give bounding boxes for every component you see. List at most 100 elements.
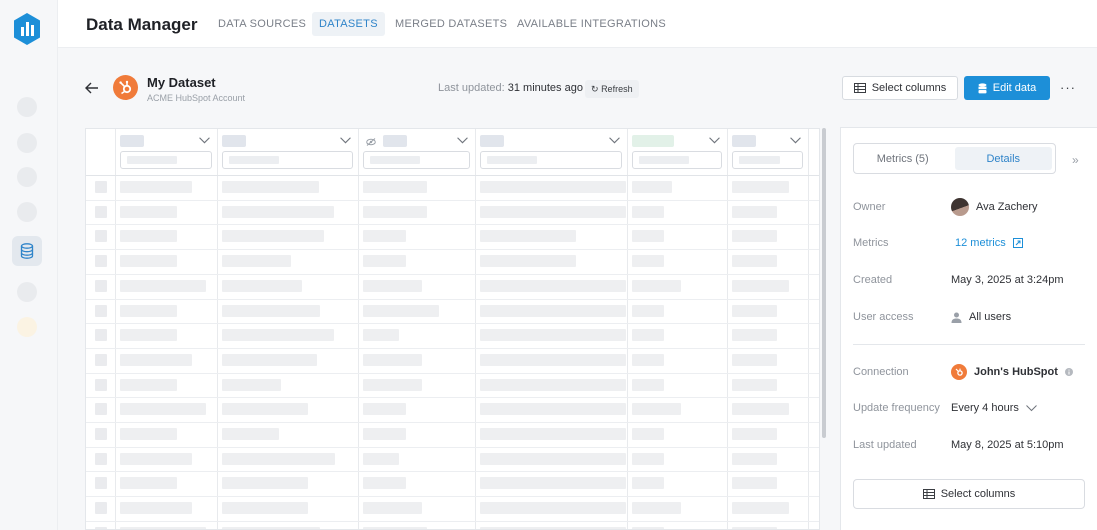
nav-item-placeholder[interactable]	[17, 317, 37, 337]
column-filter-input[interactable]	[222, 151, 353, 169]
chevron-down-icon[interactable]	[709, 137, 720, 144]
details-panel: Metrics (5) Details » Owner Ava Zachery …	[840, 127, 1097, 530]
created-label: Created	[853, 274, 893, 286]
table-cell	[120, 403, 206, 416]
column-header[interactable]	[383, 135, 407, 147]
table-cell	[480, 230, 576, 243]
table-cell	[120, 329, 177, 342]
table-cell	[480, 304, 626, 317]
table-cell	[120, 205, 177, 218]
created-value: May 3, 2025 at 3:24pm	[951, 274, 1064, 286]
row-select-checkbox[interactable]	[95, 353, 107, 366]
more-options-icon[interactable]: ···	[1060, 80, 1076, 95]
column-header[interactable]	[120, 135, 144, 147]
column-filter-input[interactable]	[480, 151, 622, 169]
table-cell	[732, 378, 777, 391]
row-select-checkbox[interactable]	[95, 255, 107, 268]
column-filter-input[interactable]	[632, 151, 722, 169]
tab-details[interactable]: Details	[954, 147, 1052, 170]
row-select-checkbox[interactable]	[95, 304, 107, 317]
table-cell	[222, 329, 334, 342]
row-select-checkbox[interactable]	[95, 403, 107, 416]
hubspot-logo-icon	[951, 364, 967, 380]
left-nav-rail	[0, 0, 58, 530]
table-cell	[632, 255, 664, 268]
last-updated-label: Last updated:	[438, 82, 505, 94]
filter-placeholder	[639, 156, 689, 164]
column-divider	[475, 129, 476, 529]
chevron-down-icon	[1026, 404, 1037, 411]
nav-item-placeholder[interactable]	[17, 202, 37, 222]
app-logo-icon[interactable]	[12, 12, 42, 46]
chevron-down-icon[interactable]	[457, 137, 468, 144]
metrics-link[interactable]: 12 metrics	[955, 237, 1023, 249]
table-cell	[222, 205, 334, 218]
collapse-panel-icon[interactable]: »	[1072, 153, 1079, 167]
tab-merged-datasets[interactable]: MERGED DATASETS	[388, 12, 514, 36]
page-title: Data Manager	[86, 15, 198, 34]
row-divider	[86, 397, 819, 399]
row-select-checkbox[interactable]	[95, 181, 107, 193]
table-cell	[222, 230, 324, 243]
refresh-icon: ↻	[591, 84, 599, 94]
table-cell	[120, 452, 192, 465]
select-columns-button[interactable]: Select columns	[842, 76, 958, 100]
table-cell	[363, 205, 427, 218]
chevron-down-icon[interactable]	[199, 137, 210, 144]
row-divider	[86, 224, 819, 226]
column-filter-input[interactable]	[363, 151, 470, 169]
nav-item-data-manager[interactable]	[12, 236, 42, 266]
column-header[interactable]	[732, 135, 756, 147]
table-cell	[222, 255, 291, 268]
metrics-label: Metrics	[853, 237, 889, 249]
row-select-checkbox[interactable]	[95, 477, 107, 490]
row-divider	[86, 249, 819, 251]
refresh-button[interactable]: ↻ Refresh	[585, 80, 639, 98]
table-cell	[120, 378, 177, 391]
row-divider	[86, 471, 819, 473]
panel-select-columns-button[interactable]: Select columns	[853, 479, 1085, 509]
nav-item-placeholder[interactable]	[17, 97, 37, 117]
chevron-down-icon[interactable]	[609, 137, 620, 144]
row-select-checkbox[interactable]	[95, 279, 107, 292]
table-cell	[120, 181, 192, 193]
column-divider	[217, 129, 218, 529]
column-header[interactable]	[632, 135, 674, 147]
column-header[interactable]	[480, 135, 504, 147]
chevron-down-icon[interactable]	[340, 137, 351, 144]
row-divider	[86, 446, 819, 448]
last-updated-text: Last updated: 31 minutes ago	[438, 82, 583, 94]
row-select-checkbox[interactable]	[95, 378, 107, 391]
nav-item-placeholder[interactable]	[17, 167, 37, 187]
edit-data-button[interactable]: Edit data	[964, 76, 1050, 100]
row-select-checkbox[interactable]	[95, 329, 107, 342]
nav-item-placeholder[interactable]	[17, 282, 37, 302]
row-select-checkbox[interactable]	[95, 428, 107, 440]
update-frequency-select[interactable]: Every 4 hours	[951, 402, 1037, 414]
tab-data-sources[interactable]: DATA SOURCES	[211, 12, 313, 36]
table-scrollbar[interactable]	[822, 128, 826, 438]
table-cell	[732, 279, 789, 292]
row-select-checkbox[interactable]	[95, 230, 107, 243]
table-cell	[480, 452, 626, 465]
nav-item-placeholder[interactable]	[17, 133, 37, 153]
table-cell	[732, 255, 777, 268]
tab-available-integrations[interactable]: AVAILABLE INTEGRATIONS	[510, 12, 673, 36]
chevron-down-icon[interactable]	[790, 137, 801, 144]
info-icon[interactable]	[1064, 368, 1073, 376]
table-cell	[480, 181, 626, 193]
table-cell	[732, 304, 777, 317]
column-header[interactable]	[222, 135, 246, 147]
table-cell	[732, 205, 777, 218]
row-select-checkbox[interactable]	[95, 452, 107, 465]
back-arrow-icon[interactable]	[84, 80, 100, 96]
owner-name: Ava Zachery	[976, 201, 1038, 213]
row-select-checkbox[interactable]	[95, 205, 107, 218]
table-cell	[222, 477, 308, 490]
last-updated-detail-label: Last updated	[853, 439, 917, 451]
column-filter-input[interactable]	[732, 151, 803, 169]
tab-metrics[interactable]: Metrics (5)	[854, 144, 952, 173]
row-select-checkbox[interactable]	[95, 502, 107, 515]
column-filter-input[interactable]	[120, 151, 212, 169]
tab-datasets[interactable]: DATASETS	[312, 12, 385, 36]
